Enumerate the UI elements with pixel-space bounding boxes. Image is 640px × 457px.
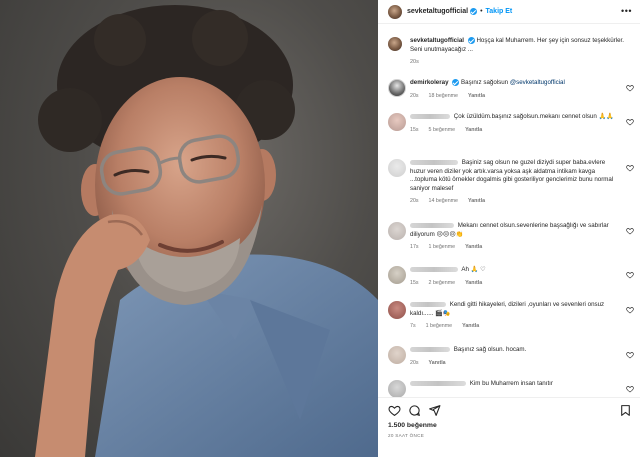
blurred-username	[410, 380, 466, 386]
commenter-avatar[interactable]	[388, 159, 406, 177]
blurred-username	[410, 266, 458, 272]
comment-text: Başınız sağ olsun. hocam.	[453, 346, 527, 353]
reply-button[interactable]: Yanıtla	[465, 280, 482, 286]
post-photo[interactable]	[0, 0, 378, 457]
send-icon[interactable]	[428, 404, 441, 417]
reply-button[interactable]: Yanıtla	[462, 323, 479, 329]
comment-item: Kendi gitti hikayeleri, dizileri ,oyunla…	[388, 301, 636, 329]
commenter-avatar[interactable]	[388, 346, 406, 364]
bookmark-icon[interactable]	[619, 404, 632, 417]
commenter-avatar[interactable]	[388, 222, 406, 240]
reply-button[interactable]: Yanıtla	[468, 198, 485, 204]
comment-time: 15s	[410, 126, 419, 133]
verified-badge-icon	[452, 79, 460, 86]
author-username[interactable]: sevketaltugofficial	[407, 8, 468, 15]
verified-badge-icon	[470, 8, 478, 15]
comment-likes[interactable]: 1 beğenme	[429, 244, 456, 250]
post-header: sevketaltugofficial • Takip Et •••	[378, 0, 640, 24]
separator-dot: •	[480, 8, 483, 15]
comment-username[interactable]: demirkoleray	[410, 79, 449, 86]
comment-item: Ah 🙏 ♡ 15s 2 beğenme Yanıtla	[388, 266, 636, 286]
comment-item: Kim bu Muharrem insan tanıtır	[388, 380, 636, 397]
comment-time: 20s	[410, 359, 419, 366]
comment-time: 15s	[410, 279, 419, 286]
portrait-illustration	[35, 5, 378, 457]
blurred-username	[410, 159, 458, 165]
follow-button[interactable]: Takip Et	[486, 8, 513, 15]
blurred-username	[410, 301, 446, 307]
comment-likes[interactable]: 1 beğenme	[426, 323, 453, 329]
comment-likes[interactable]: 18 beğenme	[429, 93, 458, 99]
comment-mention[interactable]: @sevketaltugofficial	[510, 79, 565, 86]
blurred-username	[410, 113, 450, 119]
commenter-avatar[interactable]	[388, 266, 406, 284]
comment-text: Ah 🙏 ♡	[461, 266, 486, 273]
comment-time: 20s	[410, 198, 419, 204]
comment-heart-icon[interactable]	[626, 351, 634, 359]
comment-heart-icon[interactable]	[626, 164, 634, 172]
comment-heart-icon[interactable]	[626, 306, 634, 314]
post-timestamp: 20 SAAT ÖNCE	[388, 433, 425, 438]
comment-likes[interactable]: 5 beğenme	[429, 127, 456, 133]
comment-likes[interactable]: 14 beğenme	[429, 198, 458, 204]
post-actions: 1.500 beğenme 20 SAAT ÖNCE	[378, 397, 640, 457]
caption-username[interactable]: sevketaltugofficial	[410, 37, 464, 44]
commenter-avatar[interactable]	[388, 380, 406, 397]
commenter-avatar[interactable]	[388, 113, 406, 131]
commenter-avatar[interactable]	[388, 79, 406, 97]
more-options-icon[interactable]: •••	[621, 7, 632, 16]
commenter-avatar[interactable]	[388, 301, 406, 319]
caption-time: 20s	[410, 59, 419, 65]
comment-heart-icon[interactable]	[626, 84, 634, 92]
comment-time: 17s	[410, 244, 419, 250]
heart-icon[interactable]	[388, 404, 401, 417]
likes-count[interactable]: 1.500 beğenme	[388, 422, 437, 429]
comment-item: demirkoleray Başınız sağolsun @sevketalt…	[388, 79, 636, 99]
comment-time: 7s	[410, 323, 416, 329]
comment-text: Başınız sağolsun	[461, 79, 509, 87]
author-avatar[interactable]	[388, 4, 402, 19]
post-panel: sevketaltugofficial • Takip Et ••• sevke…	[378, 0, 640, 457]
comment-item: Başınız sağ olsun. hocam. 20s Yanıtla	[388, 346, 636, 366]
comment-heart-icon[interactable]	[626, 271, 634, 279]
blurred-username	[410, 346, 450, 352]
comment-item: Mekanı cennet olsun.sevenlerine başsağlı…	[388, 222, 636, 250]
post-caption: sevketaltugofficial Hoşça kal Muharrem. …	[388, 36, 633, 65]
comments-feed[interactable]: sevketaltugofficial Hoşça kal Muharrem. …	[378, 25, 640, 397]
comment-item: Çok üzüldüm.başınız sağolsun.mekanı cenn…	[388, 113, 636, 133]
comment-heart-icon[interactable]	[626, 385, 634, 393]
comment-heart-icon[interactable]	[626, 118, 634, 126]
blurred-username	[410, 222, 454, 228]
comment-text: Çok üzüldüm.başınız sağolsun.mekanı cenn…	[453, 113, 614, 120]
caption-avatar[interactable]	[388, 37, 402, 51]
reply-button[interactable]: Yanıtla	[465, 127, 482, 133]
comment-time: 20s	[410, 92, 419, 99]
reply-button[interactable]: Yanıtla	[429, 360, 446, 366]
comment-likes[interactable]: 2 beğenme	[429, 280, 456, 286]
reply-button[interactable]: Yanıtla	[465, 244, 482, 250]
comment-heart-icon[interactable]	[626, 227, 634, 235]
comment-icon[interactable]	[408, 404, 421, 417]
reply-button[interactable]: Yanıtla	[468, 93, 485, 99]
verified-badge-icon	[467, 36, 475, 44]
comment-text: Kim bu Muharrem insan tanıtır	[469, 380, 553, 387]
comment-item: Başiniz sag olsun ne guzel diziydi super…	[388, 159, 636, 204]
